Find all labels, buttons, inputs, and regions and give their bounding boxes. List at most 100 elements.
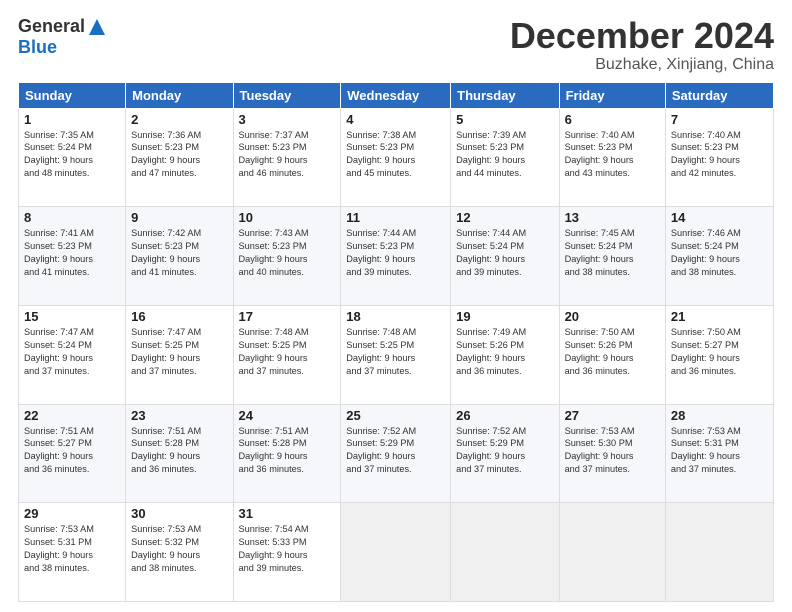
calendar-cell: 19 Sunrise: 7:49 AM Sunset: 5:26 PM Dayl… [451,305,559,404]
day-info: Sunrise: 7:44 AM Sunset: 5:24 PM Dayligh… [456,227,553,279]
day-info: Sunrise: 7:41 AM Sunset: 5:23 PM Dayligh… [24,227,120,279]
calendar-cell: 22 Sunrise: 7:51 AM Sunset: 5:27 PM Dayl… [19,404,126,503]
day-info: Sunrise: 7:49 AM Sunset: 5:26 PM Dayligh… [456,326,553,378]
day-info: Sunrise: 7:53 AM Sunset: 5:32 PM Dayligh… [131,523,227,575]
day-info: Sunrise: 7:53 AM Sunset: 5:31 PM Dayligh… [24,523,120,575]
calendar-cell: 28 Sunrise: 7:53 AM Sunset: 5:31 PM Dayl… [665,404,773,503]
week-row-1: 1 Sunrise: 7:35 AM Sunset: 5:24 PM Dayli… [19,108,774,207]
day-info: Sunrise: 7:48 AM Sunset: 5:25 PM Dayligh… [239,326,336,378]
calendar-cell [451,503,559,602]
calendar-cell: 15 Sunrise: 7:47 AM Sunset: 5:24 PM Dayl… [19,305,126,404]
day-info: Sunrise: 7:52 AM Sunset: 5:29 PM Dayligh… [456,425,553,477]
calendar-cell: 8 Sunrise: 7:41 AM Sunset: 5:23 PM Dayli… [19,207,126,306]
day-info: Sunrise: 7:40 AM Sunset: 5:23 PM Dayligh… [565,129,660,181]
calendar-cell: 1 Sunrise: 7:35 AM Sunset: 5:24 PM Dayli… [19,108,126,207]
calendar-cell: 6 Sunrise: 7:40 AM Sunset: 5:23 PM Dayli… [559,108,665,207]
calendar-cell: 29 Sunrise: 7:53 AM Sunset: 5:31 PM Dayl… [19,503,126,602]
calendar-cell: 11 Sunrise: 7:44 AM Sunset: 5:23 PM Dayl… [341,207,451,306]
day-number: 20 [565,309,660,324]
calendar-table: SundayMondayTuesdayWednesdayThursdayFrid… [18,82,774,602]
calendar-cell: 2 Sunrise: 7:36 AM Sunset: 5:23 PM Dayli… [126,108,233,207]
calendar-cell: 31 Sunrise: 7:54 AM Sunset: 5:33 PM Dayl… [233,503,341,602]
day-info: Sunrise: 7:51 AM Sunset: 5:27 PM Dayligh… [24,425,120,477]
calendar-cell: 30 Sunrise: 7:53 AM Sunset: 5:32 PM Dayl… [126,503,233,602]
day-number: 29 [24,506,120,521]
day-info: Sunrise: 7:48 AM Sunset: 5:25 PM Dayligh… [346,326,445,378]
day-info: Sunrise: 7:47 AM Sunset: 5:24 PM Dayligh… [24,326,120,378]
logo-blue-text: Blue [18,37,57,58]
logo: General Blue [18,16,107,58]
day-number: 27 [565,408,660,423]
day-number: 19 [456,309,553,324]
calendar-cell: 10 Sunrise: 7:43 AM Sunset: 5:23 PM Dayl… [233,207,341,306]
day-number: 21 [671,309,768,324]
day-info: Sunrise: 7:35 AM Sunset: 5:24 PM Dayligh… [24,129,120,181]
calendar-cell: 24 Sunrise: 7:51 AM Sunset: 5:28 PM Dayl… [233,404,341,503]
logo-general-text: General [18,16,85,37]
day-header-monday: Monday [126,82,233,108]
day-number: 15 [24,309,120,324]
day-number: 31 [239,506,336,521]
calendar-cell: 13 Sunrise: 7:45 AM Sunset: 5:24 PM Dayl… [559,207,665,306]
day-info: Sunrise: 7:54 AM Sunset: 5:33 PM Dayligh… [239,523,336,575]
day-info: Sunrise: 7:47 AM Sunset: 5:25 PM Dayligh… [131,326,227,378]
day-header-saturday: Saturday [665,82,773,108]
day-number: 6 [565,112,660,127]
week-row-4: 22 Sunrise: 7:51 AM Sunset: 5:27 PM Dayl… [19,404,774,503]
day-number: 13 [565,210,660,225]
calendar-cell: 3 Sunrise: 7:37 AM Sunset: 5:23 PM Dayli… [233,108,341,207]
calendar-cell: 18 Sunrise: 7:48 AM Sunset: 5:25 PM Dayl… [341,305,451,404]
calendar-cell: 14 Sunrise: 7:46 AM Sunset: 5:24 PM Dayl… [665,207,773,306]
day-number: 16 [131,309,227,324]
day-number: 9 [131,210,227,225]
day-info: Sunrise: 7:36 AM Sunset: 5:23 PM Dayligh… [131,129,227,181]
day-number: 4 [346,112,445,127]
day-number: 8 [24,210,120,225]
day-header-tuesday: Tuesday [233,82,341,108]
calendar-cell: 27 Sunrise: 7:53 AM Sunset: 5:30 PM Dayl… [559,404,665,503]
day-info: Sunrise: 7:37 AM Sunset: 5:23 PM Dayligh… [239,129,336,181]
day-number: 2 [131,112,227,127]
calendar-cell: 20 Sunrise: 7:50 AM Sunset: 5:26 PM Dayl… [559,305,665,404]
day-number: 25 [346,408,445,423]
day-number: 11 [346,210,445,225]
day-info: Sunrise: 7:53 AM Sunset: 5:31 PM Dayligh… [671,425,768,477]
calendar-cell: 23 Sunrise: 7:51 AM Sunset: 5:28 PM Dayl… [126,404,233,503]
day-number: 7 [671,112,768,127]
day-number: 1 [24,112,120,127]
day-info: Sunrise: 7:42 AM Sunset: 5:23 PM Dayligh… [131,227,227,279]
day-number: 26 [456,408,553,423]
day-info: Sunrise: 7:45 AM Sunset: 5:24 PM Dayligh… [565,227,660,279]
calendar-page: General Blue December 2024 Buzhake, Xinj… [0,0,792,612]
day-number: 24 [239,408,336,423]
day-info: Sunrise: 7:50 AM Sunset: 5:27 PM Dayligh… [671,326,768,378]
day-number: 17 [239,309,336,324]
calendar-cell [559,503,665,602]
day-info: Sunrise: 7:51 AM Sunset: 5:28 PM Dayligh… [131,425,227,477]
calendar-cell [341,503,451,602]
day-number: 10 [239,210,336,225]
day-number: 23 [131,408,227,423]
header: General Blue December 2024 Buzhake, Xinj… [18,16,774,74]
day-info: Sunrise: 7:50 AM Sunset: 5:26 PM Dayligh… [565,326,660,378]
week-row-2: 8 Sunrise: 7:41 AM Sunset: 5:23 PM Dayli… [19,207,774,306]
day-info: Sunrise: 7:53 AM Sunset: 5:30 PM Dayligh… [565,425,660,477]
day-number: 3 [239,112,336,127]
day-number: 14 [671,210,768,225]
header-row: SundayMondayTuesdayWednesdayThursdayFrid… [19,82,774,108]
calendar-cell: 5 Sunrise: 7:39 AM Sunset: 5:23 PM Dayli… [451,108,559,207]
day-header-wednesday: Wednesday [341,82,451,108]
day-info: Sunrise: 7:52 AM Sunset: 5:29 PM Dayligh… [346,425,445,477]
day-info: Sunrise: 7:44 AM Sunset: 5:23 PM Dayligh… [346,227,445,279]
calendar-cell: 25 Sunrise: 7:52 AM Sunset: 5:29 PM Dayl… [341,404,451,503]
day-info: Sunrise: 7:38 AM Sunset: 5:23 PM Dayligh… [346,129,445,181]
day-number: 22 [24,408,120,423]
calendar-cell: 7 Sunrise: 7:40 AM Sunset: 5:23 PM Dayli… [665,108,773,207]
day-header-sunday: Sunday [19,82,126,108]
week-row-3: 15 Sunrise: 7:47 AM Sunset: 5:24 PM Dayl… [19,305,774,404]
day-info: Sunrise: 7:43 AM Sunset: 5:23 PM Dayligh… [239,227,336,279]
calendar-cell [665,503,773,602]
day-header-thursday: Thursday [451,82,559,108]
week-row-5: 29 Sunrise: 7:53 AM Sunset: 5:31 PM Dayl… [19,503,774,602]
month-title: December 2024 [510,16,774,56]
